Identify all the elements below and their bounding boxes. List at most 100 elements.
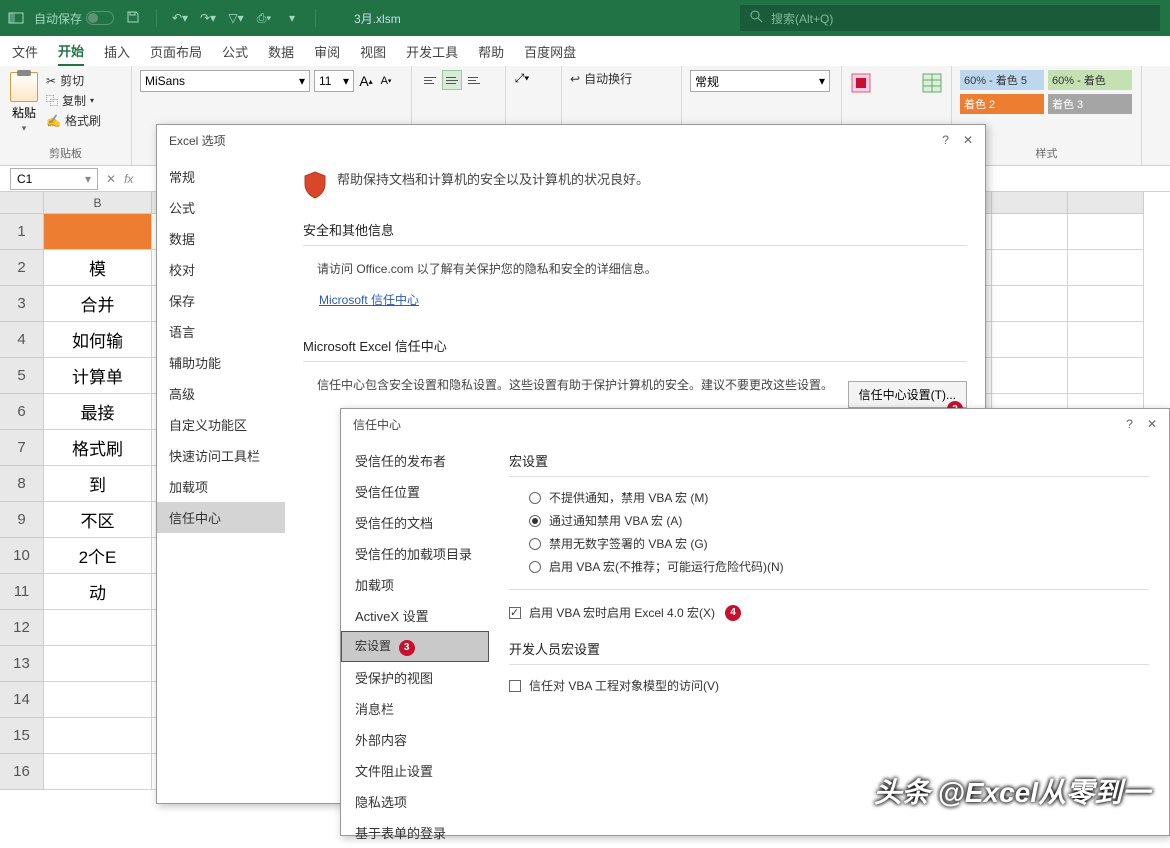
col-header[interactable]: B — [44, 192, 152, 214]
row-header[interactable]: 10 — [0, 538, 44, 574]
radio-disable-no-notify[interactable]: 不提供通知，禁用 VBA 宏 (M) — [529, 489, 1149, 506]
font-name-combo[interactable]: MiSans▾ — [140, 70, 310, 92]
tc-file-block[interactable]: 文件阻止设置 — [341, 755, 489, 786]
print-icon[interactable]: ⎙▾ — [255, 11, 273, 26]
brush-icon: ✍ — [46, 114, 61, 128]
qat-more-icon[interactable]: ▾ — [283, 11, 301, 25]
dialog-title: 信任中心 — [353, 416, 401, 433]
row-header[interactable]: 8 — [0, 466, 44, 502]
autosave-toggle[interactable]: 自动保存 — [34, 10, 114, 27]
search-icon — [750, 10, 763, 26]
grow-font-icon[interactable]: A▴ — [358, 73, 374, 89]
number-format-combo[interactable]: 常规▾ — [690, 70, 830, 92]
row-header[interactable]: 16 — [0, 754, 44, 790]
tc-activex[interactable]: ActiveX 设置 — [341, 600, 489, 631]
tc-external[interactable]: 外部内容 — [341, 724, 489, 755]
row-header[interactable]: 13 — [0, 646, 44, 682]
wrap-text-button[interactable]: ↩自动换行 — [570, 70, 673, 87]
badge-3: 3 — [399, 640, 415, 656]
name-box[interactable]: C1▾ — [10, 168, 98, 190]
tc-message-bar[interactable]: 消息栏 — [341, 693, 489, 724]
help-icon[interactable]: ? — [1126, 417, 1133, 431]
radio-enable-all[interactable]: 启用 VBA 宏(不推荐；可能运行危险代码)(N) — [529, 558, 1149, 575]
cond-format-icon[interactable] — [850, 72, 872, 97]
tab-baidu[interactable]: 百度网盘 — [524, 42, 576, 61]
select-all-corner[interactable] — [0, 192, 44, 214]
row-header[interactable]: 6 — [0, 394, 44, 430]
row-header[interactable]: 12 — [0, 610, 44, 646]
opt-formulas[interactable]: 公式 — [157, 192, 285, 223]
tab-view[interactable]: 视图 — [360, 42, 386, 61]
tab-dev[interactable]: 开发工具 — [406, 42, 458, 61]
tab-home[interactable]: 开始 — [58, 41, 84, 66]
row-header[interactable]: 9 — [0, 502, 44, 538]
align-middle-icon[interactable] — [442, 70, 462, 90]
fx-icon[interactable]: fx — [124, 172, 133, 186]
ms-trust-link[interactable]: Microsoft 信任中心 — [319, 291, 967, 308]
opt-language[interactable]: 语言 — [157, 316, 285, 347]
tab-data[interactable]: 数据 — [268, 42, 294, 61]
opt-addins[interactable]: 加载项 — [157, 471, 285, 502]
tc-form-login[interactable]: 基于表单的登录 — [341, 817, 489, 848]
opt-data[interactable]: 数据 — [157, 223, 285, 254]
row-header[interactable]: 1 — [0, 214, 44, 250]
opt-qat[interactable]: 快速访问工具栏 — [157, 440, 285, 471]
tab-formula[interactable]: 公式 — [222, 42, 248, 61]
radio-disable-notify[interactable]: 通过通知禁用 VBA 宏 (A) — [529, 512, 1149, 529]
tc-macro-settings[interactable]: 宏设置 3 — [341, 631, 489, 662]
close-icon[interactable]: ✕ — [1147, 417, 1157, 431]
tab-file[interactable]: 文件 — [12, 42, 38, 61]
cell-styles[interactable]: 60% - 着色 5 60% - 着色 着色 2 着色 3 — [960, 70, 1136, 114]
filter-icon[interactable]: ▽▾ — [227, 11, 245, 25]
row-header[interactable]: 3 — [0, 286, 44, 322]
opt-customize-ribbon[interactable]: 自定义功能区 — [157, 409, 285, 440]
tc-catalogs[interactable]: 受信任的加载项目录 — [341, 538, 489, 569]
opt-general[interactable]: 常规 — [157, 161, 285, 192]
row-header[interactable]: 15 — [0, 718, 44, 754]
close-icon[interactable]: ✕ — [963, 133, 973, 147]
check-excel4-macros[interactable]: 启用 VBA 宏时启用 Excel 4.0 宏(X) 4 — [509, 604, 1149, 621]
format-painter-button[interactable]: ✍格式刷 — [46, 112, 101, 129]
tc-documents[interactable]: 受信任的文档 — [341, 507, 489, 538]
row-header[interactable]: 11 — [0, 574, 44, 610]
cell[interactable] — [44, 214, 152, 250]
check-vba-object-model[interactable]: 信任对 VBA 工程对象模型的访问(V) — [509, 677, 1149, 694]
row-header[interactable]: 5 — [0, 358, 44, 394]
radio-disable-unsigned[interactable]: 禁用无数字签署的 VBA 宏 (G) — [529, 535, 1149, 552]
undo-icon[interactable]: ↶▾ — [171, 11, 189, 25]
shrink-font-icon[interactable]: A▾ — [378, 73, 394, 89]
help-icon[interactable]: ? — [942, 133, 949, 147]
row-header[interactable]: 14 — [0, 682, 44, 718]
opt-trust-center[interactable]: 信任中心 — [157, 502, 285, 533]
tab-review[interactable]: 审阅 — [314, 42, 340, 61]
opt-proofing[interactable]: 校对 — [157, 254, 285, 285]
opt-advanced[interactable]: 高级 — [157, 378, 285, 409]
tc-publishers[interactable]: 受信任的发布者 — [341, 445, 489, 476]
font-size-combo[interactable]: 11▾ — [314, 70, 354, 92]
row-header[interactable]: 7 — [0, 430, 44, 466]
save-icon[interactable] — [124, 10, 142, 27]
align-bottom-icon[interactable] — [464, 70, 484, 90]
tab-insert[interactable]: 插入 — [104, 42, 130, 61]
tc-privacy[interactable]: 隐私选项 — [341, 786, 489, 817]
tc-protected-view[interactable]: 受保护的视图 — [341, 662, 489, 693]
tc-locations[interactable]: 受信任位置 — [341, 476, 489, 507]
search-input[interactable]: 搜索(Alt+Q) — [740, 5, 1160, 31]
paste-button[interactable]: 粘贴 ▾ — [8, 70, 40, 136]
tab-help[interactable]: 帮助 — [478, 42, 504, 61]
opt-save[interactable]: 保存 — [157, 285, 285, 316]
align-top-icon[interactable] — [420, 70, 440, 90]
wrap-icon: ↩ — [570, 72, 580, 86]
orientation-icon[interactable]: ⤢▾ — [514, 70, 530, 86]
row-header[interactable]: 2 — [0, 250, 44, 286]
redo-icon[interactable]: ↷▾ — [199, 11, 217, 25]
copy-button[interactable]: ⿻复制▾ — [46, 92, 101, 109]
opt-accessibility[interactable]: 辅助功能 — [157, 347, 285, 378]
row-header[interactable]: 4 — [0, 322, 44, 358]
format-table-icon[interactable] — [921, 72, 943, 97]
cut-button[interactable]: ✂剪切 — [46, 72, 101, 89]
tab-layout[interactable]: 页面布局 — [150, 42, 202, 61]
options-sidebar: 常规 公式 数据 校对 保存 语言 辅助功能 高级 自定义功能区 快速访问工具栏… — [157, 155, 285, 803]
tc-addins[interactable]: 加载项 — [341, 569, 489, 600]
cancel-icon[interactable]: ✕ — [106, 172, 116, 186]
